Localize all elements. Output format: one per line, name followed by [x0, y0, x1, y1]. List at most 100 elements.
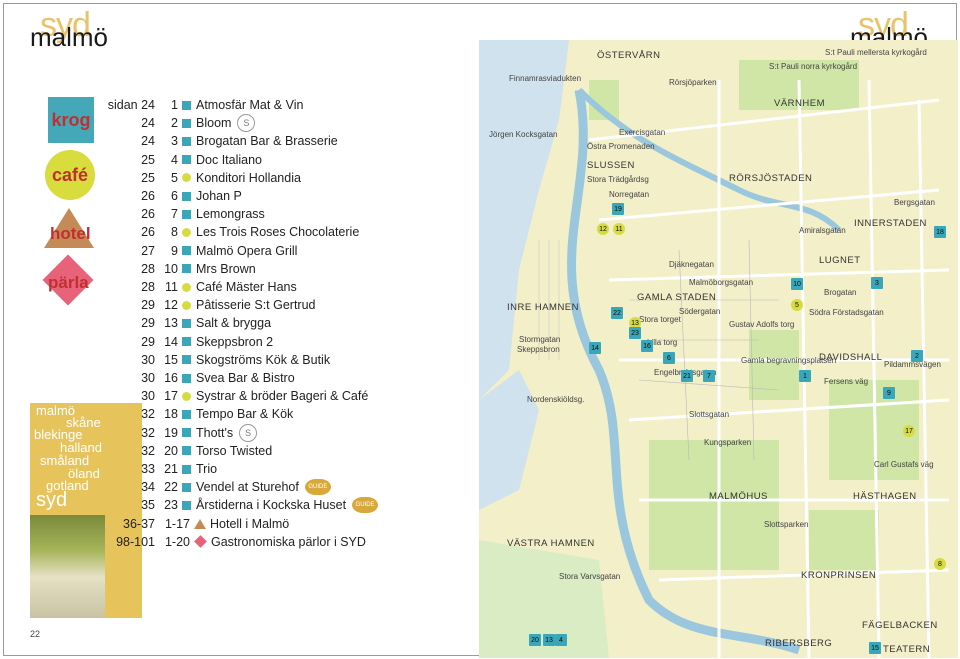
list-item[interactable]: 19 Thott's S: [160, 423, 258, 442]
list-item-number: 20: [164, 443, 178, 458]
list-page-ref: 24: [141, 134, 155, 149]
map-marker-12[interactable]: 12: [597, 223, 609, 235]
list-item[interactable]: 18 Tempo Bar & Kök: [160, 405, 293, 423]
map-district-label: VÄRNHEM: [774, 98, 826, 109]
krog-marker-icon: [182, 355, 191, 365]
list-item[interactable]: 2 Bloom S: [160, 114, 256, 133]
map-marker-9[interactable]: 9: [883, 387, 895, 399]
map-district-label: ÖSTERVÅRN: [597, 50, 661, 61]
map-marker-23[interactable]: 23: [629, 327, 641, 339]
map-street-label: Carl Gustafs väg: [874, 460, 934, 469]
map-district-label: VÄSTRA HAMNEN: [507, 538, 595, 549]
list-page-ref: 36-37: [123, 516, 155, 531]
list-item[interactable]: 9 Malmö Opera Grill: [160, 242, 297, 260]
list-page-ref: 35: [141, 498, 155, 513]
list-item-number: 17: [164, 389, 178, 404]
list-item[interactable]: 13 Salt & brygga: [160, 314, 271, 332]
parla-label: pärla: [48, 273, 89, 292]
map-marker-8[interactable]: 8: [934, 558, 946, 570]
list-item-number: 23: [164, 498, 178, 513]
list-page-ref: 26: [141, 225, 155, 240]
map-marker-16[interactable]: 16: [641, 340, 653, 352]
list-item[interactable]: 15 Skogströms Kök & Butik: [160, 351, 330, 369]
list-page-ref: 26: [141, 189, 155, 203]
map-street-label: Norregatan: [609, 190, 650, 199]
list-item-name: Pâtisserie S:t Gertrud: [196, 298, 316, 313]
map-marker-19[interactable]: 19: [612, 203, 624, 215]
list-item-number: 9: [171, 243, 178, 258]
list-item[interactable]: 6 Johan P: [160, 187, 242, 205]
list-page-ref: 25: [141, 170, 155, 185]
map-marker-6[interactable]: 6: [663, 352, 675, 364]
list-item[interactable]: 22 Vendel at Sturehof GUIDE: [160, 478, 331, 496]
list-item[interactable]: 5 Konditori Hollandia: [160, 169, 301, 187]
list-item-name: Atmosfär Mat & Vin: [196, 98, 304, 112]
list-item[interactable]: 3 Brogatan Bar & Brasserie: [160, 132, 338, 150]
list-item[interactable]: 17 Systrar & bröder Bageri & Café: [160, 387, 368, 405]
list-item[interactable]: 23 Årstiderna i Kockska Huset GUIDE: [160, 496, 379, 514]
list-item-name: Torso Twisted: [196, 443, 273, 458]
list-item-number: 1-17: [164, 516, 190, 531]
map-marker-10[interactable]: 10: [791, 278, 803, 290]
map-marker-18[interactable]: 18: [934, 226, 946, 238]
map-marker-2[interactable]: 2: [911, 350, 923, 362]
map-marker-3[interactable]: 3: [871, 277, 883, 289]
list-item[interactable]: 1-17 Hotell i Malmö: [160, 515, 289, 533]
list-page-ref: 32: [141, 407, 155, 422]
list-item-name: Hotell i Malmö: [210, 516, 290, 531]
map-street-label: S:t Pauli norra kyrkogård: [769, 62, 858, 71]
brand-logo-left: syd malmö: [30, 6, 130, 52]
map-street-label: Malmöborgsgatan: [689, 278, 754, 287]
list-page-ref: 24: [141, 116, 155, 131]
list-item[interactable]: 8 Les Trois Roses Chocolaterie: [160, 223, 359, 241]
list-item[interactable]: 14 Skeppsbron 2: [160, 333, 273, 351]
list-page-ref: 30: [141, 389, 155, 404]
cafe-marker-icon: [182, 227, 191, 237]
map-marker-7[interactable]: 7: [703, 370, 715, 382]
list-item[interactable]: 21 Trio: [160, 460, 217, 478]
list-item[interactable]: 4 Doc Italiano: [160, 151, 262, 169]
map-marker-15[interactable]: 15: [869, 642, 881, 654]
list-page-ref: 98-101: [116, 534, 155, 549]
map-marker-14[interactable]: 14: [589, 342, 601, 354]
krog-marker-icon: [182, 191, 191, 201]
map-district-label: INRE HAMNEN: [507, 302, 580, 313]
list-item[interactable]: 10 Mrs Brown: [160, 260, 256, 278]
region-syd: syd: [36, 489, 68, 511]
list-page-ref: 25: [141, 152, 155, 167]
city-map[interactable]: ÖSTERVÅRN VÄRNHEM SLUSSEN RÖRSJÖSTADEN INNER…: [479, 40, 958, 658]
map-marker-21[interactable]: 21: [681, 370, 693, 382]
list-item-name: Café Mäster Hans: [196, 280, 297, 294]
list-page-ref: 32: [141, 425, 155, 440]
list-item[interactable]: 7 Lemongrass: [160, 205, 265, 223]
map-district-label: MALMÖHUS: [709, 491, 768, 502]
list-page-ref: 28: [141, 261, 155, 276]
list-item[interactable]: 16 Svea Bar & Bistro: [160, 369, 295, 387]
list-item[interactable]: 20 Torso Twisted: [160, 442, 272, 460]
asparagus-photo: [30, 515, 105, 618]
list-item[interactable]: 11 Café Mäster Hans: [160, 278, 297, 296]
krog-marker-icon: [182, 100, 191, 110]
map-marker-1[interactable]: 1: [799, 370, 811, 382]
list-item[interactable]: 1-20 Gastronomiska pärlor i SYD: [160, 533, 366, 551]
map-marker-13[interactable]: 13: [543, 634, 555, 646]
list-item[interactable]: 12 Pâtisserie S:t Gertrud: [160, 296, 316, 314]
list-item-number: 16: [164, 371, 178, 385]
map-marker-17[interactable]: 17: [903, 425, 915, 437]
krog-marker-icon: [182, 246, 191, 256]
krog-marker-icon: [182, 136, 191, 146]
map-marker-22[interactable]: 22: [611, 307, 623, 319]
list-item-name: Les Trois Roses Chocolaterie: [196, 225, 360, 240]
map-marker-11[interactable]: 11: [613, 223, 625, 235]
page-number: 22: [30, 629, 41, 639]
map-marker-4[interactable]: 4: [555, 634, 567, 646]
map-marker-5[interactable]: 5: [791, 299, 803, 311]
map-marker-20[interactable]: 20: [529, 634, 541, 646]
krog-marker-icon: [182, 446, 191, 456]
map-street-label: Skeppsbron: [517, 345, 560, 354]
list-item[interactable]: 1 Atmosfär Mat & Vin: [160, 96, 303, 114]
map-street-label: Stora torget: [639, 315, 681, 324]
map-street-label: Nordenskiöldsg.: [527, 395, 585, 404]
list-item-name: Bloom: [196, 116, 232, 131]
krog-marker-icon: [182, 464, 191, 474]
